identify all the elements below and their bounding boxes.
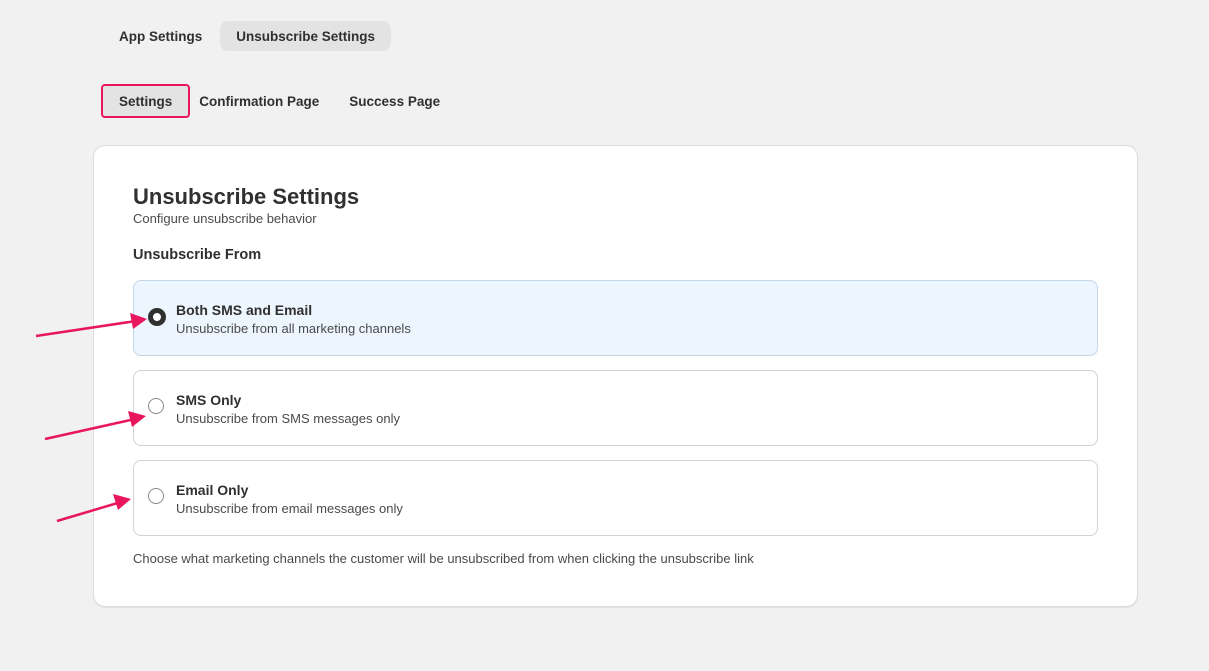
option-description: Unsubscribe from all marketing channels — [176, 321, 411, 336]
option-description: Unsubscribe from SMS messages only — [176, 411, 400, 426]
subtab-settings[interactable]: Settings — [100, 84, 191, 118]
option-label: Email Only — [176, 482, 249, 498]
option-description: Unsubscribe from email messages only — [176, 501, 403, 516]
radio-sms[interactable] — [148, 398, 164, 414]
option-email-only[interactable]: Email Only Unsubscribe from email messag… — [133, 460, 1098, 536]
sub-tab-bar: Settings Confirmation Page Success Page — [100, 84, 455, 118]
option-sms-only[interactable]: SMS Only Unsubscribe from SMS messages o… — [133, 370, 1098, 446]
tab-app-settings[interactable]: App Settings — [103, 21, 218, 51]
option-label: Both SMS and Email — [176, 302, 313, 318]
card-subtitle: Configure unsubscribe behavior — [133, 211, 317, 226]
unsubscribe-settings-card: Unsubscribe Settings Configure unsubscri… — [93, 145, 1138, 607]
card-title: Unsubscribe Settings — [133, 184, 360, 209]
radio-email[interactable] — [148, 488, 164, 504]
unsubscribe-from-label: Unsubscribe From — [133, 247, 262, 263]
subtab-confirmation-page[interactable]: Confirmation Page — [188, 86, 334, 116]
subtab-success-page[interactable]: Success Page — [334, 86, 455, 116]
option-both-sms-email[interactable]: Both SMS and Email Unsubscribe from all … — [133, 280, 1098, 356]
radio-both[interactable] — [148, 308, 166, 326]
top-tab-bar: App Settings Unsubscribe Settings — [103, 21, 392, 51]
help-text: Choose what marketing channels the custo… — [133, 551, 754, 566]
tab-unsubscribe-settings[interactable]: Unsubscribe Settings — [220, 21, 392, 51]
option-label: SMS Only — [176, 392, 242, 408]
